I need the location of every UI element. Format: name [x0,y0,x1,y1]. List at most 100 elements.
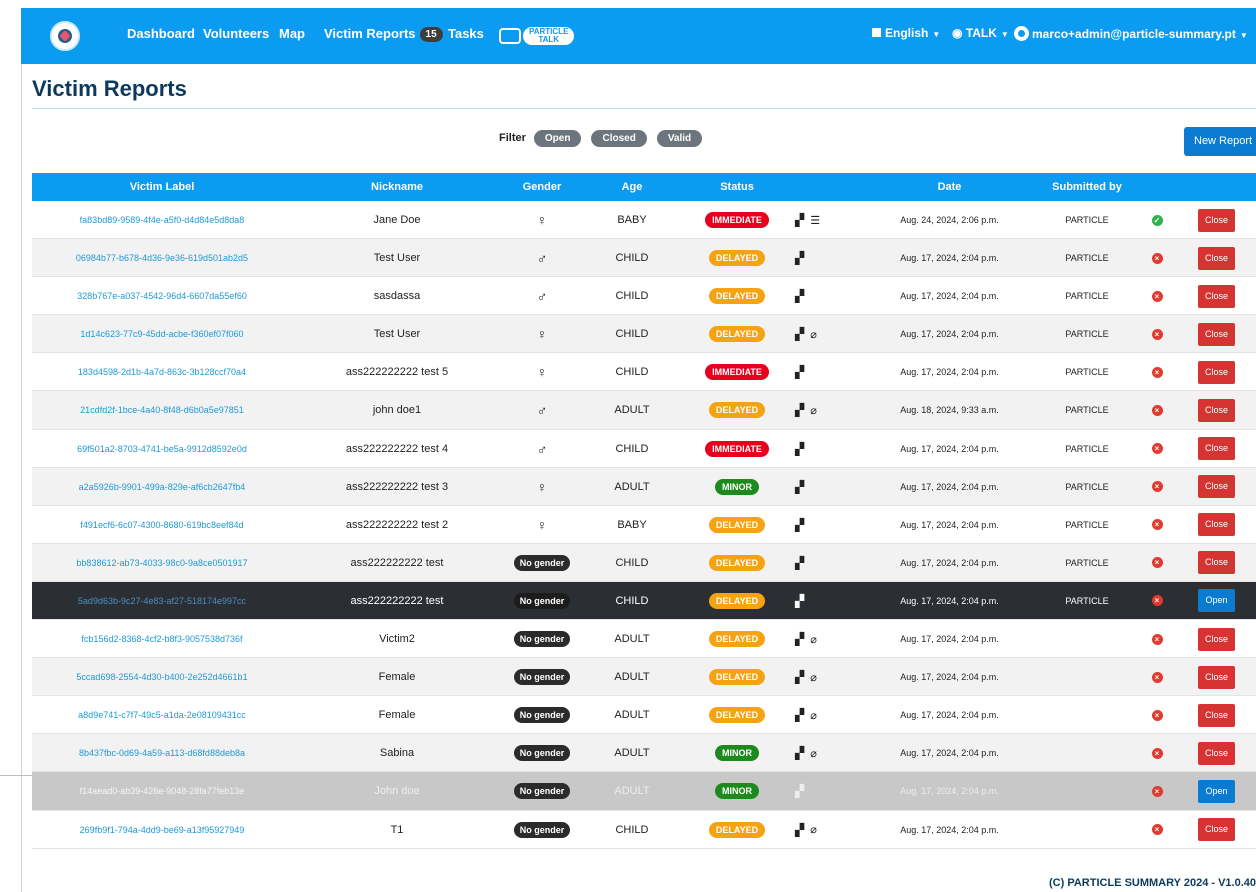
nav-dashboard[interactable]: Dashboard [127,26,195,41]
victim-label-link[interactable]: 69f501a2-8703-4741-be5a-9912d8592e0d [32,430,292,468]
x-circle-icon: × [1151,747,1163,759]
victim-label-link[interactable]: 1d14c623-77c9-45dd-acbe-f360ef07f060 [32,315,292,353]
status-badge: DELAYED [708,326,766,343]
paperclip-icon[interactable]: ⌀ [810,671,817,684]
date: Aug. 17, 2024, 2:04 p.m. [900,824,999,835]
victim-label-link[interactable]: 269fb9f1-794a-4dd9-be69-a13f95927949 [32,811,292,849]
user-email: marco+admin@particle-summary.pt [1032,27,1236,41]
filter-valid-button[interactable]: Valid [656,129,703,147]
victim-label-link[interactable]: 183d4598-2d1b-4a7d-863c-3b128ccf70a4 [32,353,292,391]
paperclip-icon[interactable]: ⌀ [810,823,817,836]
map-icon[interactable]: ▞ [795,480,804,494]
eye-icon: ◉ [952,26,966,40]
close-report-button[interactable]: Close [1198,284,1235,308]
map-icon[interactable]: ▞ [795,594,804,608]
map-icon[interactable]: ▞ [795,823,804,837]
map-icon[interactable]: ▞ [795,518,804,532]
talk-dropdown[interactable]: ◉ TALK ▼ [952,26,1009,40]
date: Aug. 17, 2024, 2:04 p.m. [900,786,999,797]
close-report-button[interactable]: Close [1198,208,1235,232]
map-icon[interactable]: ▞ [795,670,804,684]
close-report-button[interactable]: Close [1198,322,1235,346]
close-report-button[interactable]: Close [1198,360,1235,384]
gender-symbol: ♂ [536,288,548,305]
victim-label-link[interactable]: 8b437fbc-0d69-4a59-a113-d68fd88deb8a [32,734,292,772]
paperclip-icon[interactable]: ⌀ [810,328,817,341]
close-report-button[interactable]: Close [1198,513,1235,537]
filter-label: Filter [499,132,526,144]
filter-closed-button[interactable]: Closed [591,129,647,147]
victim-label-link[interactable]: 5ad9d63b-9c27-4e83-af27-518174e997cc [32,582,292,620]
victim-label-link[interactable]: f491ecf6-6c07-4300-8680-619bc8eef84d [32,506,292,544]
attachments-cell: ▞ ⌀ [792,315,862,353]
attachments-cell: ▞ ⌀ [792,620,862,658]
action-cell: Close [1177,315,1256,353]
app-logo[interactable] [50,21,80,51]
submitted-by: PARTICLE [1065,519,1109,530]
language-dropdown[interactable]: English ▼ [872,26,940,40]
victim-label-link[interactable]: 21cdfd2f-1bce-4a40-8f48-d6b0a5e97851 [32,391,292,429]
gender-cell: No gender [502,658,582,696]
map-icon[interactable]: ▞ [795,289,804,303]
date: Aug. 17, 2024, 2:04 p.m. [900,595,999,606]
close-report-button[interactable]: Close [1198,437,1235,461]
victim-label-link[interactable]: 328b767e-a037-4542-96d4-6607da55ef60 [32,277,292,315]
map-icon[interactable]: ▞ [795,746,804,760]
map-icon[interactable]: ▞ [795,213,804,227]
map-icon[interactable]: ▞ [795,556,804,570]
nav-tasks[interactable]: Tasks [448,26,484,41]
victim-label-link[interactable]: a2a5926b-9901-499a-829e-af6cb2647fb4 [32,468,292,506]
nickname: T1 [390,823,404,836]
paperclip-icon[interactable]: ⌀ [810,709,817,722]
checklist-icon[interactable]: ☰ [810,214,820,227]
close-report-button[interactable]: Close [1198,741,1235,765]
open-report-button[interactable]: Open [1198,589,1235,613]
victim-label-link[interactable]: 5ccad698-2554-4d30-b400-2e252d4661b1 [32,658,292,696]
status-cell: DELAYED [682,582,792,620]
close-report-button[interactable]: Close [1198,627,1235,651]
submitted-by: PARTICLE [1065,557,1109,568]
nav-map[interactable]: Map [279,26,305,41]
map-icon[interactable]: ▞ [795,327,804,341]
nav-volunteers[interactable]: Volunteers [203,26,269,41]
nav-victim-reports[interactable]: Victim Reports 15 [324,26,443,42]
victim-label-link[interactable]: f14aead0-ab39-426e-9048-28fa77feb13e [32,772,292,810]
filter-bar: Filter Open Closed Valid [499,128,712,148]
paperclip-icon[interactable]: ⌀ [810,633,817,646]
map-icon[interactable]: ▞ [795,442,804,456]
paperclip-icon[interactable]: ⌀ [810,747,817,760]
gender-symbol: ♂ [536,440,548,457]
submitted-by [1037,658,1137,696]
victim-label-link[interactable]: a8d9e741-c7f7-49c5-a1da-2e08109431cc [32,696,292,734]
close-report-button[interactable]: Close [1198,475,1235,499]
close-report-button[interactable]: Close [1198,703,1235,727]
victim-label-link[interactable]: fcb156d2-8368-4cf2-b8f3-9057538d736f [32,620,292,658]
victim-label-link[interactable]: 06984b77-b678-4d36-9e36-619d501ab2d5 [32,239,292,277]
close-report-button[interactable]: Close [1198,818,1235,841]
new-report-button[interactable]: New Report [1184,127,1256,156]
victim-label-link[interactable]: bb838612-ab73-4033-98c0-9a8ce0501917 [32,544,292,582]
gender-cell: ♀ [502,468,582,506]
map-icon[interactable]: ▞ [795,251,804,265]
paperclip-icon[interactable]: ⌀ [810,404,817,417]
particle-talk-logo[interactable]: PARTICLE TALK [499,27,575,45]
open-report-button[interactable]: Open [1198,779,1235,803]
close-report-button[interactable]: Close [1198,246,1235,270]
submitted-by: PARTICLE [1065,481,1109,492]
age: ADULT [614,785,650,798]
filter-open-button[interactable]: Open [533,129,582,147]
map-icon[interactable]: ▞ [795,365,804,379]
map-icon[interactable]: ▞ [795,784,804,798]
table-row: a2a5926b-9901-499a-829e-af6cb2647fb4 ass… [32,467,1256,506]
submitted-by [1037,696,1137,734]
map-icon[interactable]: ▞ [795,632,804,646]
victim-label-link[interactable]: fa83bd89-9589-4f4e-a5f0-d4d84e5d8da8 [32,201,292,239]
user-dropdown[interactable]: marco+admin@particle-summary.pt ▼ [1014,26,1248,41]
close-report-button[interactable]: Close [1198,551,1235,575]
map-icon[interactable]: ▞ [795,403,804,417]
close-report-button[interactable]: Close [1198,398,1235,422]
map-icon[interactable]: ▞ [795,708,804,722]
close-report-button[interactable]: Close [1198,665,1235,689]
valid-cell: × [1137,620,1177,658]
age: ADULT [614,404,650,417]
